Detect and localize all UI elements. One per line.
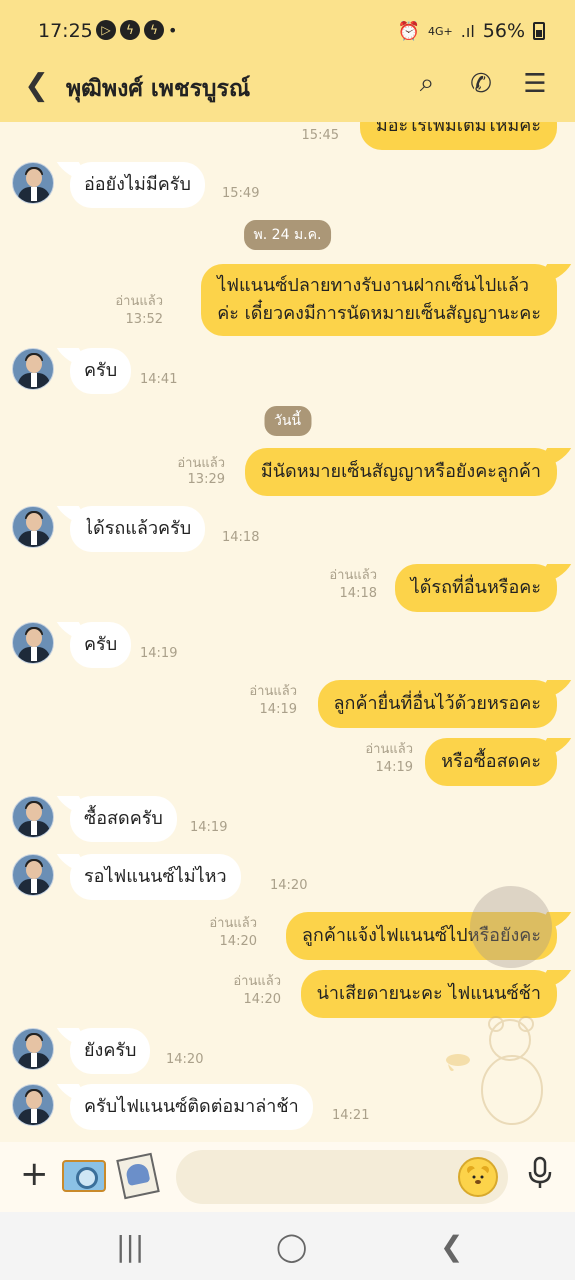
alarm-icon: ⏰ bbox=[397, 20, 421, 42]
microphone-icon[interactable] bbox=[526, 1156, 554, 1198]
message-time: 14:20 bbox=[243, 992, 281, 1007]
battery-icon bbox=[533, 22, 545, 40]
top-bar: 17:25 ▷ ϟ ϟ • ⏰ 4G+ .ıl 56% ❮ พุฒิพงศ์ เ… bbox=[0, 0, 575, 122]
header-actions: ⌕ ✆ ☰ bbox=[413, 68, 549, 99]
message-time: 14:20 bbox=[219, 934, 257, 949]
message-input[interactable] bbox=[176, 1150, 508, 1204]
chat-header: ❮ พุฒิพงศ์ เพชรบูรณ์ ⌕ ✆ ☰ bbox=[0, 64, 575, 108]
photo-icon[interactable] bbox=[116, 1152, 160, 1200]
avatar[interactable] bbox=[12, 854, 54, 896]
messenger-icon: ϟ bbox=[144, 20, 164, 40]
dot-icon: • bbox=[168, 20, 178, 40]
message-bubble-out[interactable]: มีนัดหมายเซ็นสัญญาหรือยังคะลูกค้า bbox=[244, 448, 557, 496]
status-bar: 17:25 ▷ ϟ ϟ • ⏰ 4G+ .ıl 56% bbox=[38, 18, 545, 48]
date-chip: วันนี้ bbox=[263, 406, 312, 436]
phone-icon[interactable]: ✆ bbox=[467, 69, 495, 99]
message-time: 14:19 bbox=[259, 702, 297, 717]
message-bubble-in[interactable]: ครับ bbox=[70, 622, 132, 668]
battery-label: 56% bbox=[482, 20, 525, 42]
back-icon[interactable]: ❮ bbox=[24, 68, 49, 103]
message-bubble-in[interactable]: ครับ bbox=[70, 348, 132, 394]
bear-face-icon bbox=[467, 1166, 489, 1190]
chat-area[interactable]: 15:45 มีอะไรเพิ่มเติมไหมคะ อ่อยังไม่มีคร… bbox=[0, 122, 575, 1142]
search-icon[interactable]: ⌕ bbox=[413, 68, 441, 99]
message-time: 14:41 bbox=[140, 372, 178, 387]
message-time: 14:19 bbox=[375, 760, 413, 775]
status-time: 17:25 bbox=[38, 20, 93, 42]
message-bubble-in[interactable]: ได้รถแล้วครับ bbox=[70, 506, 206, 552]
pooh-bear-illustration bbox=[446, 1016, 543, 1125]
message-time: 14:18 bbox=[339, 586, 377, 601]
message-read: อ่านแล้ว bbox=[329, 568, 377, 583]
home-button[interactable]: ◯ bbox=[276, 1230, 307, 1263]
avatar[interactable] bbox=[12, 1084, 54, 1126]
system-nav-bar: ||| ◯ ❮ bbox=[0, 1212, 575, 1280]
messenger-icon: ϟ bbox=[120, 20, 140, 40]
message-time: 14:18 bbox=[222, 530, 260, 545]
avatar[interactable] bbox=[12, 796, 54, 838]
message-bubble-out[interactable]: ได้รถที่อื่นหรือคะ bbox=[394, 564, 557, 612]
signal-icon: .ıl bbox=[460, 21, 475, 41]
message-line: ค่ะ เดี๋ยวคงมีการนัดหมายเซ็นสัญญานะคะ bbox=[217, 303, 541, 324]
message-time: 14:19 bbox=[140, 646, 178, 661]
avatar[interactable] bbox=[12, 622, 54, 664]
message-read: อ่านแล้ว bbox=[209, 916, 257, 931]
message-read: อ่านแล้ว bbox=[233, 974, 281, 989]
network-label: 4G+ bbox=[428, 24, 453, 38]
message-time: 14:21 bbox=[332, 1108, 370, 1123]
floating-scroll-button[interactable] bbox=[470, 886, 552, 968]
message-time: 15:49 bbox=[222, 186, 260, 201]
whatsapp-icon: ▷ bbox=[96, 20, 116, 40]
avatar[interactable] bbox=[12, 506, 54, 548]
avatar[interactable] bbox=[12, 348, 54, 390]
notification-icons: ▷ ϟ ϟ • bbox=[96, 20, 177, 40]
message-bubble-out[interactable]: ไฟแนนซ์ปลายทางรับงานฝากเซ็นไปแล้ว ค่ะ เด… bbox=[201, 264, 557, 336]
message-time: 13:29 bbox=[187, 472, 225, 487]
input-bar: + bbox=[0, 1142, 575, 1212]
message-time: 13:52 bbox=[125, 312, 163, 327]
message-read: อ่านแล้ว bbox=[115, 294, 163, 309]
message-bubble-in[interactable]: ครับไฟแนนซ์ติดต่อมาล่าช้า bbox=[70, 1084, 313, 1130]
message-bubble-in[interactable]: ซื้อสดครับ bbox=[70, 796, 177, 842]
message-bubble-in[interactable]: รอไฟแนนซ์ไม่ไหว bbox=[70, 854, 241, 900]
message-bubble-out[interactable]: มีอะไรเพิ่มเติมไหมคะ bbox=[359, 122, 557, 150]
message-bubble-out[interactable]: หรือซื้อสดคะ bbox=[425, 738, 557, 786]
message-read: อ่านแล้ว bbox=[365, 742, 413, 757]
message-read: อ่านแล้ว bbox=[177, 456, 225, 471]
message-time: 14:20 bbox=[270, 878, 308, 893]
avatar[interactable] bbox=[12, 162, 54, 204]
emoji-icon[interactable] bbox=[458, 1157, 498, 1197]
date-chip: พ. 24 ม.ค. bbox=[243, 220, 332, 250]
message-bubble-out[interactable]: ลูกค้ายื่นที่อื่นไว้ด้วยหรอคะ bbox=[317, 680, 557, 728]
message-read: อ่านแล้ว bbox=[249, 684, 297, 699]
recents-button[interactable]: ||| bbox=[116, 1230, 144, 1263]
plus-icon[interactable]: + bbox=[20, 1154, 49, 1194]
message-time: 14:20 bbox=[166, 1052, 204, 1067]
menu-icon[interactable]: ☰ bbox=[521, 69, 549, 99]
message-time: 15:45 bbox=[301, 128, 339, 143]
message-line: ไฟแนนซ์ปลายทางรับงานฝากเซ็นไปแล้ว bbox=[217, 275, 530, 296]
avatar[interactable] bbox=[12, 1028, 54, 1070]
message-time: 14:19 bbox=[190, 820, 228, 835]
message-bubble-in[interactable]: ยังครับ bbox=[70, 1028, 151, 1074]
back-button[interactable]: ❮ bbox=[440, 1230, 463, 1263]
chat-title: พุฒิพงศ์ เพชรบูรณ์ bbox=[66, 76, 251, 102]
status-right: ⏰ 4G+ .ıl 56% bbox=[398, 20, 545, 42]
camera-icon[interactable] bbox=[62, 1160, 106, 1192]
message-bubble-in[interactable]: อ่อยังไม่มีครับ bbox=[70, 162, 205, 208]
